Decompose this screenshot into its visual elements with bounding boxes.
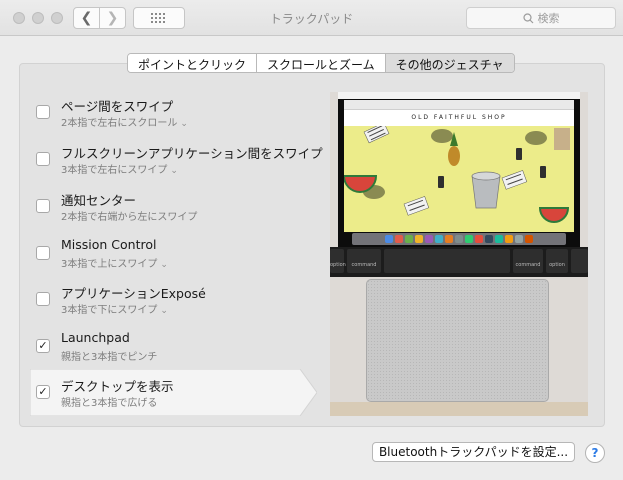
option-gesture-dropdown[interactable]: 3本指で下にスワイプ ⌄ — [61, 301, 168, 316]
search-icon — [522, 12, 533, 23]
site-product-image — [342, 122, 574, 232]
desk-edge — [330, 402, 588, 416]
dock — [352, 233, 566, 245]
product-illustration — [342, 122, 570, 223]
search-field[interactable]: 検索 — [466, 7, 616, 29]
site-name: OLD FAITHFUL SHOP — [344, 110, 574, 126]
setup-bluetooth-trackpad-button[interactable]: Bluetoothトラックパッドを設定... — [372, 442, 575, 462]
key-option-left: option — [330, 249, 346, 273]
chevron-down-icon: ⌄ — [160, 306, 168, 316]
keyboard-row: option command command option — [330, 247, 588, 277]
option-title: アプリケーションExposé — [61, 286, 206, 301]
checkbox-swipe-fullscreen-apps[interactable] — [36, 152, 50, 166]
key-option-right: option — [546, 249, 568, 273]
option-subtitle: 2本指で右端から左にスワイプ — [61, 212, 198, 223]
option-subtitle: 3本指で左右にスワイプ — [61, 165, 168, 176]
chevron-right-icon: ❯ — [106, 10, 119, 26]
checkbox-app-expose[interactable] — [36, 292, 50, 306]
gesture-preview: OLD FAITHFUL SHOP option command command… — [330, 92, 588, 416]
option-title: フルスクリーンアプリケーション間をスワイプ — [61, 146, 323, 161]
back-button[interactable]: ❮ — [73, 7, 100, 29]
menu-bar — [338, 92, 580, 99]
zoom-button[interactable] — [51, 12, 63, 24]
search-placeholder: 検索 — [537, 12, 560, 25]
minimize-button[interactable] — [32, 12, 44, 24]
chevron-down-icon: ⌄ — [160, 260, 168, 270]
option-subtitle: 親指と3本指でピンチ — [61, 352, 158, 363]
trackpad-illustration — [366, 279, 549, 402]
chevron-down-icon: ⌄ — [170, 166, 178, 176]
forward-button[interactable]: ❯ — [99, 7, 126, 29]
tab-scroll-and-zoom[interactable]: スクロールとズーム — [257, 54, 386, 72]
option-gesture-dropdown[interactable]: 3本指で左右にスワイプ ⌄ — [61, 161, 178, 176]
laptop-screen: OLD FAITHFUL SHOP — [338, 92, 580, 247]
browser-window: OLD FAITHFUL SHOP — [342, 100, 574, 232]
option-subtitle: 3本指で上にスワイプ — [61, 259, 158, 270]
checkbox-swipe-between-pages[interactable] — [36, 105, 50, 119]
title-bar: ❮ ❯ トラックパッド 検索 — [0, 0, 623, 36]
option-title: ページ間をスワイプ — [61, 99, 174, 114]
option-gesture-dropdown[interactable]: 3本指で上にスワイプ ⌄ — [61, 255, 168, 270]
chevron-left-icon: ❮ — [80, 10, 93, 26]
browser-toolbar — [344, 100, 574, 110]
help-button[interactable]: ? — [585, 443, 605, 463]
tab-more-gestures[interactable]: その他のジェスチャ — [385, 54, 514, 72]
option-subtitle: 2本指で左右にスクロール — [61, 118, 178, 129]
option-title: Launchpad — [61, 330, 130, 345]
tab-point-and-click[interactable]: ポイントとクリック — [128, 54, 258, 72]
checkmark-icon: ✓ — [38, 385, 48, 398]
option-title: Mission Control — [61, 237, 157, 252]
chevron-down-icon: ⌄ — [180, 119, 188, 129]
key-arrow — [571, 249, 588, 273]
checkbox-notification-center[interactable] — [36, 199, 50, 213]
option-subtitle: 親指と3本指で広げる — [61, 398, 158, 409]
option-title: 通知センター — [61, 193, 137, 208]
option-title: デスクトップを表示 — [61, 379, 174, 394]
checkbox-mission-control[interactable] — [36, 246, 50, 260]
checkbox-launchpad[interactable]: ✓ — [36, 339, 50, 353]
grid-icon — [151, 13, 165, 23]
option-subtitle: 3本指で下にスワイプ — [61, 305, 158, 316]
show-all-button[interactable] — [133, 7, 185, 29]
checkmark-icon: ✓ — [38, 339, 48, 352]
question-mark-icon: ? — [591, 446, 599, 460]
key-space — [384, 249, 510, 273]
checkbox-show-desktop[interactable]: ✓ — [36, 385, 50, 399]
option-gesture-dropdown[interactable]: 2本指で左右にスクロール ⌄ — [61, 114, 188, 129]
tab-bar: ポイントとクリック スクロールとズーム その他のジェスチャ — [127, 53, 515, 73]
key-command-right: command — [513, 249, 543, 273]
close-button[interactable] — [13, 12, 25, 24]
key-command-left: command — [347, 249, 381, 273]
